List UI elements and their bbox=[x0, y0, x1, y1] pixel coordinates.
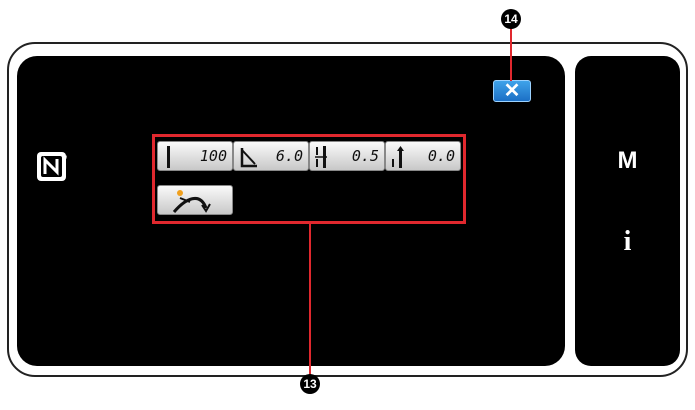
stitch-count-value: 100 bbox=[199, 147, 227, 165]
close-callout-line bbox=[510, 27, 512, 81]
width-compensation-value: 0.5 bbox=[351, 147, 379, 165]
stitch-count-key[interactable]: 100 bbox=[157, 141, 233, 171]
nfc-icon: TM bbox=[37, 152, 67, 181]
close-icon: ✕ bbox=[503, 80, 521, 102]
stitch-length-icon bbox=[240, 148, 257, 168]
length-compensation-icon bbox=[392, 146, 404, 168]
curve-sewing-key[interactable] bbox=[157, 185, 233, 215]
width-compensation-icon bbox=[315, 146, 327, 168]
stitch-length-value: 6.0 bbox=[275, 147, 303, 165]
side-panel: M i bbox=[575, 56, 680, 366]
length-compensation-key[interactable]: 0.0 bbox=[385, 141, 461, 171]
mode-button[interactable]: M bbox=[575, 147, 680, 175]
callout-14: 14 bbox=[501, 9, 521, 29]
callout-13: 13 bbox=[300, 374, 320, 394]
svg-text:TM: TM bbox=[62, 155, 67, 160]
params-callout-line bbox=[309, 224, 311, 376]
close-button[interactable]: ✕ bbox=[493, 80, 531, 102]
stitch-length-key[interactable]: 6.0 bbox=[233, 141, 309, 171]
info-button[interactable]: i bbox=[575, 226, 680, 258]
width-compensation-key[interactable]: 0.5 bbox=[309, 141, 385, 171]
curve-sewing-icon bbox=[172, 190, 211, 213]
stitch-count-icon bbox=[167, 146, 170, 168]
length-compensation-value: 0.0 bbox=[427, 147, 455, 165]
